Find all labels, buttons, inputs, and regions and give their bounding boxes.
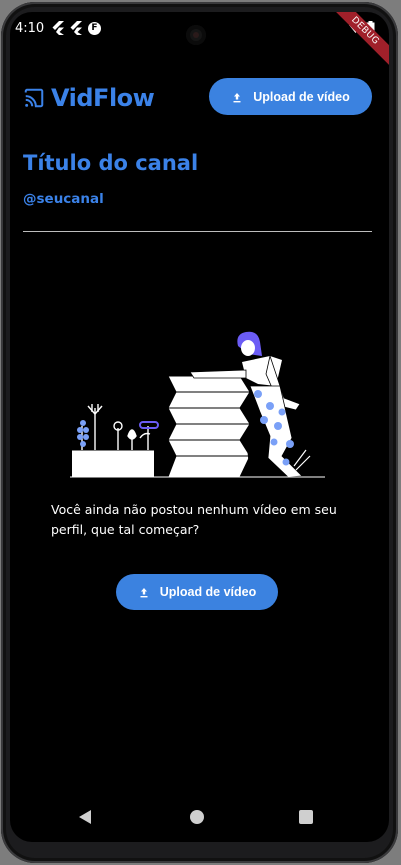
status-time: 4:10: [15, 21, 45, 36]
app-screen: 4:10 F DEBUG VidFlow Upload de vídeo Tít…: [10, 12, 389, 842]
upload-video-button[interactable]: Upload de vídeo: [209, 78, 372, 115]
empty-state-message: Você ainda não postou nenhum vídeo em se…: [51, 502, 337, 537]
app-name: VidFlow: [51, 84, 155, 112]
system-navigation-bar: [10, 804, 389, 834]
upload-video-label: Upload de vídeo: [253, 89, 350, 104]
app-logo: VidFlow: [23, 84, 155, 112]
status-bar: 4:10 F DEBUG: [10, 12, 389, 79]
device-frame: 4:10 F DEBUG VidFlow Upload de vídeo Tít…: [1, 2, 398, 863]
debug-banner: DEBUG: [317, 12, 389, 79]
app-notification-icon: F: [88, 22, 101, 35]
empty-state-upload-button[interactable]: Upload de vídeo: [116, 574, 278, 610]
flutter-icon: [52, 21, 64, 35]
channel-title: Título do canal: [23, 151, 199, 175]
cast-icon: [24, 88, 44, 108]
notification-icons: F: [52, 21, 101, 35]
recent-apps-icon[interactable]: [299, 810, 313, 824]
channel-handle: @seucanal: [23, 191, 104, 207]
home-icon[interactable]: [190, 810, 204, 824]
empty-state-illustration: [70, 331, 325, 478]
upload-icon: [233, 92, 241, 102]
front-camera: [186, 25, 206, 45]
flutter-icon: [70, 21, 82, 35]
empty-state-upload-label: Upload de vídeo: [159, 585, 257, 599]
upload-icon: [140, 588, 148, 598]
back-icon[interactable]: [79, 810, 91, 824]
divider: [23, 231, 372, 232]
